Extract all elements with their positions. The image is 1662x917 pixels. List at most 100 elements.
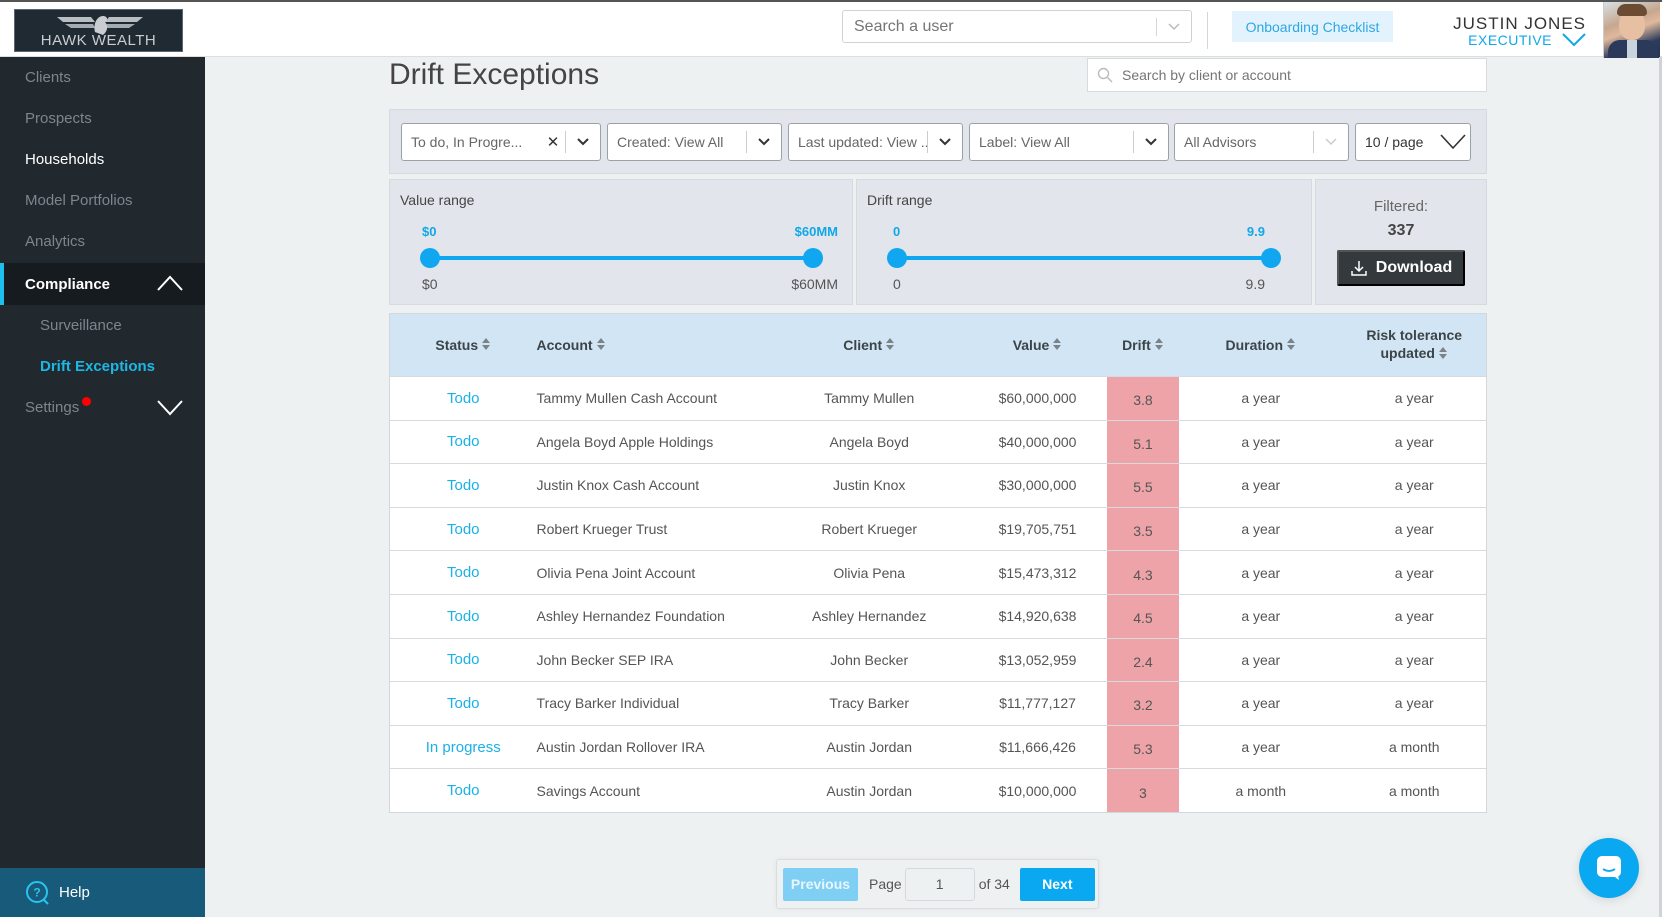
sidebar-item-compliance[interactable]: Compliance bbox=[0, 263, 205, 305]
table-row[interactable]: Todo Tammy Mullen Cash Account Tammy Mulle… bbox=[390, 376, 1486, 420]
sidebar-item-clients[interactable]: Clients bbox=[0, 57, 205, 98]
table-row[interactable]: Todo Olivia Pena Joint Account Olivia Pena… bbox=[390, 550, 1486, 594]
table-row[interactable]: Todo Angela Boyd Apple Holdings Angela Boy… bbox=[390, 419, 1486, 464]
drift-cell-text: 3.2 bbox=[1133, 697, 1153, 714]
hawk-logo-icon bbox=[57, 16, 143, 35]
chat-launcher-button[interactable] bbox=[1579, 838, 1639, 898]
label-filter-dropdown[interactable]: Label: View All bbox=[969, 123, 1169, 161]
column-header-account[interactable]: Account bbox=[537, 314, 771, 376]
value-range-max-handle[interactable] bbox=[803, 248, 823, 268]
status-link[interactable]: Todo bbox=[447, 433, 480, 450]
sidebar-item-drift-exceptions[interactable]: Drift Exceptions bbox=[0, 346, 205, 387]
status-link[interactable]: Todo bbox=[447, 695, 480, 712]
column-header-drift[interactable]: Drift bbox=[1107, 314, 1179, 376]
status-cell: Todo bbox=[390, 464, 537, 507]
client-cell: Ashley Hernandez bbox=[770, 595, 968, 638]
user-role-menu[interactable]: EXECUTIVE bbox=[1468, 32, 1586, 48]
status-link[interactable]: Todo bbox=[447, 564, 480, 581]
chevron-down-icon[interactable] bbox=[566, 138, 600, 146]
advisors-filter-dropdown[interactable]: All Advisors bbox=[1174, 123, 1349, 161]
value-cell-text: $60,000,000 bbox=[998, 390, 1077, 407]
table-row[interactable]: In progress Austin Jordan Rollover IRA Aus… bbox=[390, 724, 1486, 769]
status-link[interactable]: Todo bbox=[447, 651, 480, 668]
status-link[interactable]: Todo bbox=[447, 390, 480, 407]
help-button[interactable]: ? Help bbox=[0, 868, 205, 917]
column-header-value[interactable]: Value bbox=[968, 314, 1107, 376]
column-header-risk-tolerance-updated[interactable]: Risk tolerance updated bbox=[1342, 314, 1486, 376]
value-range-track[interactable] bbox=[430, 256, 813, 260]
help-label: Help bbox=[59, 884, 90, 901]
value-range-selected-max: $60MM bbox=[794, 224, 838, 239]
chevron-down-icon[interactable] bbox=[1314, 138, 1348, 146]
column-header-status[interactable]: Status bbox=[390, 314, 537, 376]
filtered-summary-panel: Filtered: 337 Download bbox=[1315, 179, 1487, 305]
sort-icon[interactable] bbox=[1286, 337, 1296, 354]
hawk-wealth-logo[interactable]: HAWK WEALTH bbox=[14, 9, 183, 52]
status-link[interactable]: Todo bbox=[447, 477, 480, 494]
risk-tolerance-cell: a year bbox=[1342, 595, 1486, 638]
table-header: Status Account Client Value Drift Durati… bbox=[390, 314, 1486, 376]
table-row[interactable]: Todo John Becker SEP IRA John Becker $13,05… bbox=[390, 637, 1486, 682]
download-button[interactable]: Download bbox=[1337, 250, 1465, 286]
value-cell-text: $15,473,312 bbox=[998, 564, 1077, 581]
sort-icon[interactable] bbox=[1154, 337, 1164, 354]
table-row[interactable]: Todo Tracy Barker Individual Tracy Barker $… bbox=[390, 681, 1486, 725]
client-account-search[interactable] bbox=[1087, 58, 1487, 92]
drift-range-max-handle[interactable] bbox=[1261, 248, 1281, 268]
sidebar-item-surveillance[interactable]: Surveillance bbox=[0, 305, 205, 346]
user-avatar[interactable] bbox=[1603, 2, 1660, 58]
divider bbox=[1207, 12, 1208, 49]
page-size-dropdown[interactable]: 10 / page bbox=[1355, 123, 1471, 161]
sort-icon[interactable] bbox=[596, 337, 606, 354]
value-range-min-handle[interactable] bbox=[420, 248, 440, 268]
page-label: Page bbox=[869, 876, 902, 892]
chevron-down-icon[interactable] bbox=[1134, 138, 1168, 146]
drift-range-min: 0 bbox=[893, 276, 901, 292]
sort-icon[interactable] bbox=[481, 337, 491, 354]
clear-icon[interactable]: ✕ bbox=[541, 133, 565, 151]
column-header-client[interactable]: Client bbox=[770, 314, 968, 376]
drift-range-track[interactable] bbox=[897, 256, 1271, 260]
chevron-down-icon[interactable] bbox=[1436, 134, 1470, 150]
chevron-up-icon[interactable] bbox=[157, 272, 183, 294]
sort-icon[interactable] bbox=[1052, 337, 1062, 354]
sidebar-item-model-portfolios[interactable]: Model Portfolios bbox=[0, 180, 205, 221]
last-updated-filter-dropdown[interactable]: Last updated: View ... bbox=[788, 123, 963, 161]
page-number-input[interactable] bbox=[904, 867, 975, 901]
previous-page-button[interactable]: Previous bbox=[783, 867, 858, 901]
onboarding-checklist-button[interactable]: Onboarding Checklist bbox=[1232, 11, 1393, 42]
value-cell-text: $19,705,751 bbox=[998, 521, 1077, 538]
chevron-down-icon[interactable] bbox=[747, 138, 781, 146]
sort-icon[interactable] bbox=[1438, 346, 1448, 364]
sidebar-item-prospects[interactable]: Prospects bbox=[0, 98, 205, 139]
user-search-input[interactable] bbox=[843, 17, 1156, 36]
status-link[interactable]: Todo bbox=[447, 782, 480, 799]
table-row[interactable]: Todo Robert Krueger Trust Robert Krueger $1… bbox=[390, 506, 1486, 551]
status-link[interactable]: Todo bbox=[447, 608, 480, 625]
drift-range-min-handle[interactable] bbox=[887, 248, 907, 268]
chevron-down-icon[interactable] bbox=[1562, 33, 1586, 47]
table-row[interactable]: Todo Savings Account Austin Jordan $10,000,… bbox=[390, 768, 1486, 812]
next-page-button[interactable]: Next bbox=[1019, 867, 1095, 901]
client-account-search-input[interactable] bbox=[1122, 67, 1486, 83]
created-filter-dropdown[interactable]: Created: View All bbox=[607, 123, 782, 161]
status-filter-dropdown[interactable]: To do, In Progre... ✕ bbox=[401, 123, 601, 161]
chevron-down-icon[interactable] bbox=[157, 396, 183, 418]
chevron-down-icon[interactable] bbox=[928, 138, 962, 146]
user-search-select[interactable] bbox=[842, 10, 1192, 43]
svg-text:?: ? bbox=[33, 885, 40, 899]
column-header-duration[interactable]: Duration bbox=[1179, 314, 1342, 376]
client-cell-text: Austin Jordan bbox=[826, 739, 912, 756]
sidebar-item-settings[interactable]: Settings bbox=[0, 387, 205, 428]
sort-icon[interactable] bbox=[885, 337, 895, 354]
sidebar-item-analytics[interactable]: Analytics bbox=[0, 221, 205, 262]
chevron-down-icon[interactable] bbox=[1157, 18, 1191, 36]
status-link[interactable]: Todo bbox=[447, 521, 480, 538]
status-link[interactable]: In progress bbox=[426, 739, 501, 756]
table-row[interactable]: Todo Ashley Hernandez Foundation Ashley He… bbox=[390, 593, 1486, 638]
client-cell-text: Olivia Pena bbox=[833, 564, 905, 581]
sidebar-item-households[interactable]: Households bbox=[0, 139, 205, 180]
client-cell: Tammy Mullen bbox=[770, 377, 968, 420]
table-row[interactable]: Todo Justin Knox Cash Account Justin Knox $… bbox=[390, 463, 1486, 507]
notification-dot bbox=[82, 397, 92, 406]
